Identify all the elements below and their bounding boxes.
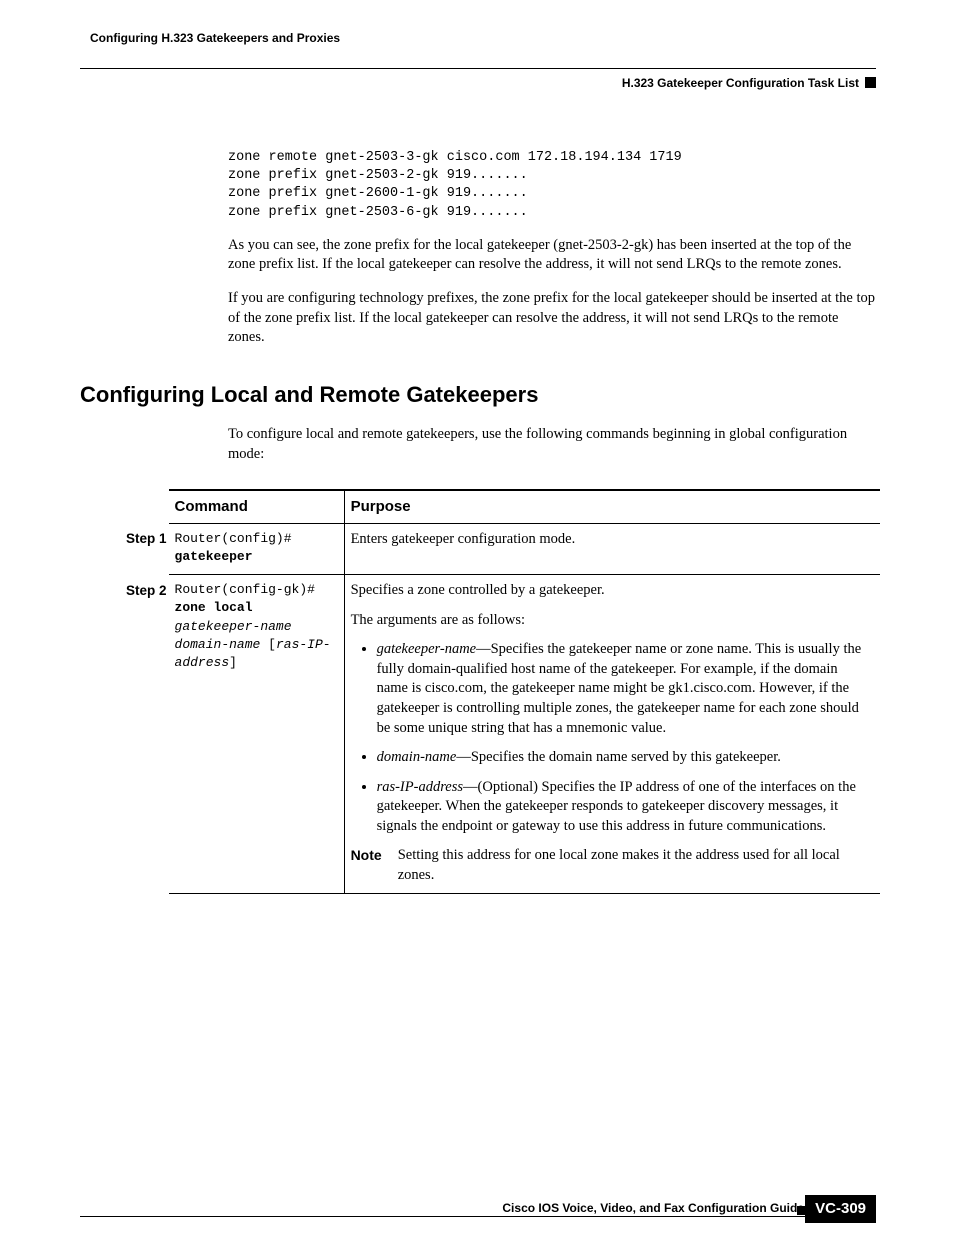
guide-title: Cisco IOS Voice, Video, and Fax Configur… bbox=[80, 1200, 876, 1216]
section-title: H.323 Gatekeeper Configuration Task List bbox=[622, 75, 859, 91]
args-intro: The arguments are as follows: bbox=[351, 611, 872, 631]
args-list: gatekeeper-name—Specifies the gatekeeper… bbox=[351, 640, 872, 836]
step-label: Step 2 bbox=[120, 575, 169, 894]
section-heading: Configuring Local and Remote Gatekeepers bbox=[80, 380, 876, 410]
note: Note Setting this address for one local … bbox=[351, 846, 872, 885]
table-header-row: Command Purpose bbox=[120, 490, 880, 524]
running-header: Configuring H.323 Gatekeepers and Proxie… bbox=[80, 30, 876, 69]
command-cell: Router(config-gk)# zone local gatekeeper… bbox=[169, 575, 345, 894]
note-label: Note bbox=[351, 846, 382, 885]
command-cell: Router(config)# gatekeeper bbox=[169, 523, 345, 574]
purpose-cell: Specifies a zone controlled by a gatekee… bbox=[344, 575, 880, 894]
note-text: Setting this address for one local zone … bbox=[398, 846, 872, 885]
table-row: Step 1 Router(config)# gatekeeper Enters… bbox=[120, 523, 880, 574]
paragraph-1: As you can see, the zone prefix for the … bbox=[228, 236, 876, 275]
step-label: Step 1 bbox=[120, 523, 169, 574]
page-number: VC-309 bbox=[805, 1195, 876, 1223]
table-row: Step 2 Router(config-gk)# zone local gat… bbox=[120, 575, 880, 894]
procedure-table: Command Purpose Step 1 Router(config)# g… bbox=[120, 489, 880, 895]
list-item: domain-name—Specifies the domain name se… bbox=[377, 748, 872, 768]
col-purpose: Purpose bbox=[344, 490, 880, 524]
paragraph-2: If you are configuring technology prefix… bbox=[228, 289, 876, 348]
header-marker-icon bbox=[865, 77, 876, 88]
col-command: Command bbox=[169, 490, 345, 524]
intro-paragraph: To configure local and remote gatekeeper… bbox=[228, 425, 876, 464]
purpose-cell: Enters gatekeeper configuration mode. bbox=[344, 523, 880, 574]
chapter-title: Configuring H.323 Gatekeepers and Proxie… bbox=[90, 30, 340, 46]
list-item: gatekeeper-name—Specifies the gatekeeper… bbox=[377, 640, 872, 738]
config-code-block: zone remote gnet-2503-3-gk cisco.com 172… bbox=[228, 149, 876, 222]
purpose-lead: Specifies a zone controlled by a gatekee… bbox=[351, 581, 872, 601]
list-item: ras-IP-address—(Optional) Specifies the … bbox=[377, 778, 872, 837]
running-footer: Cisco IOS Voice, Video, and Fax Configur… bbox=[80, 1216, 876, 1217]
